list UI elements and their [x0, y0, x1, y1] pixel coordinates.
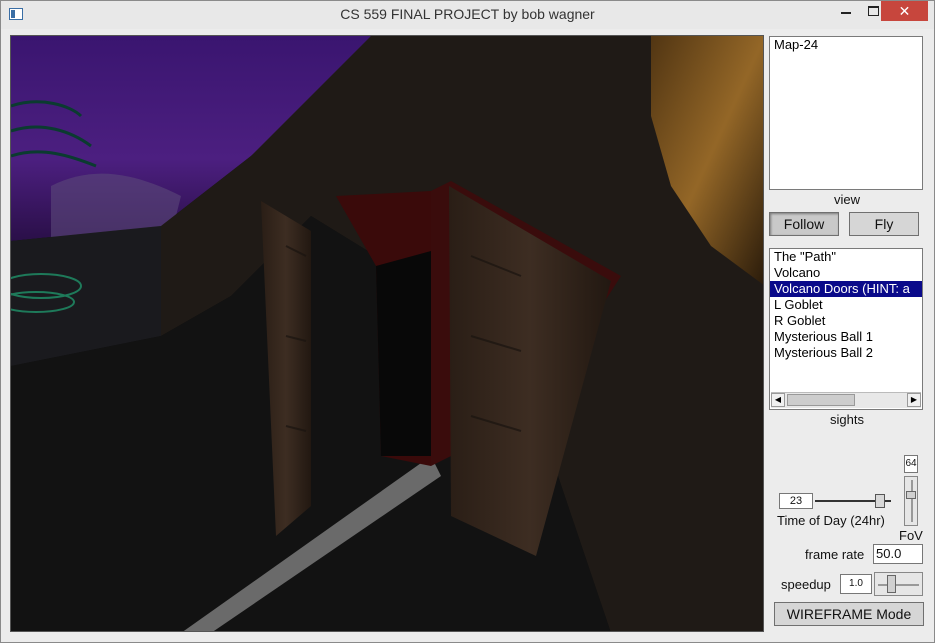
fov-label: FoV — [899, 528, 923, 543]
list-item-selected[interactable]: Volcano Doors (HINT: a — [770, 281, 922, 297]
title-bar[interactable]: CS 559 FINAL PROJECT by bob wagner ✕ — [1, 1, 934, 29]
fly-button[interactable]: Fly — [849, 212, 919, 236]
speedup-slider-track — [878, 584, 919, 586]
time-slider-thumb[interactable] — [875, 494, 885, 508]
speedup-value: 1.0 — [840, 574, 872, 594]
speedup-slider[interactable] — [874, 572, 923, 596]
list-item[interactable]: L Goblet — [770, 297, 922, 313]
list-item[interactable]: Mysterious Ball 1 — [770, 329, 922, 345]
fov-value: 64 — [904, 455, 918, 473]
3d-viewport[interactable] — [10, 35, 764, 632]
wireframe-mode-button[interactable]: WIREFRAME Mode — [774, 602, 924, 626]
list-item[interactable]: Mysterious Ball 2 — [770, 345, 922, 361]
scroll-thumb[interactable] — [787, 394, 855, 406]
fov-slider-track — [911, 480, 913, 522]
speedup-label: speedup — [781, 577, 831, 592]
time-of-day-slider[interactable] — [815, 493, 891, 509]
window-title: CS 559 FINAL PROJECT by bob wagner — [340, 6, 595, 22]
view-caption: view — [833, 192, 860, 207]
close-button[interactable]: ✕ — [881, 1, 928, 21]
frame-rate-label: frame rate — [805, 547, 865, 562]
sights-caption: sights — [830, 412, 864, 427]
sights-list[interactable]: The "Path" Volcano Volcano Doors (HINT: … — [769, 248, 923, 410]
speedup-slider-thumb[interactable] — [887, 575, 896, 593]
sights-scrollbar[interactable]: ◀ ▶ — [771, 392, 921, 408]
app-window: CS 559 FINAL PROJECT by bob wagner ✕ Map… — [0, 0, 935, 643]
fov-slider-thumb[interactable] — [906, 491, 916, 499]
control-panel: Map-24 view Follow Fly The "Path" Volcan… — [768, 35, 926, 632]
list-item[interactable]: R Goblet — [770, 313, 922, 329]
scene-render — [11, 36, 763, 631]
frame-rate-value: 50.0 — [873, 544, 923, 564]
time-of-day-label: Time of Day (24hr) — [777, 513, 885, 528]
fov-slider[interactable] — [904, 476, 918, 526]
minimize-button[interactable] — [833, 1, 859, 21]
list-item[interactable]: Map-24 — [770, 37, 922, 53]
time-of-day-value: 23 — [779, 493, 813, 509]
map-list[interactable]: Map-24 — [769, 36, 923, 190]
follow-button[interactable]: Follow — [769, 212, 839, 236]
list-item[interactable]: Volcano — [770, 265, 922, 281]
scroll-left-icon[interactable]: ◀ — [771, 393, 785, 407]
scroll-right-icon[interactable]: ▶ — [907, 393, 921, 407]
list-item[interactable]: The "Path" — [770, 249, 922, 265]
